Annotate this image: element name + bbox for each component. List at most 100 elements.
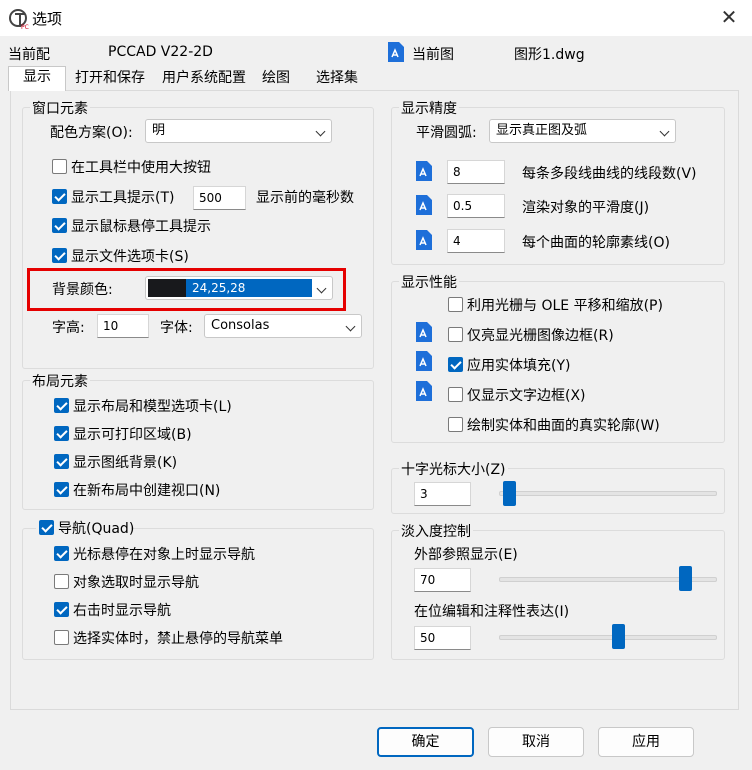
nav-select-label: 对象选取时显示导航 — [73, 575, 199, 591]
tab-open-save[interactable]: 打开和保存 — [70, 68, 150, 90]
contour-lines-input[interactable]: 4 — [447, 229, 505, 253]
file-tabs-checkbox[interactable] — [52, 248, 67, 263]
font-size-input[interactable]: 10 — [97, 314, 149, 338]
rollover-tooltips-checkbox[interactable] — [52, 218, 67, 233]
drawing-file-icon — [388, 42, 404, 62]
polyline-segments-input[interactable]: 8 — [447, 160, 505, 184]
drawing-file-icon — [416, 381, 432, 401]
tooltip-delay-label: 显示前的毫秒数 — [256, 190, 354, 206]
drawing-value: 图形1.dwg — [514, 47, 585, 63]
color-scheme-select[interactable]: 明 — [145, 119, 332, 143]
nav-hover-checkbox[interactable] — [54, 546, 69, 561]
tab-drafting[interactable]: 绘图 — [256, 68, 296, 90]
text-frame-checkbox[interactable] — [448, 387, 463, 402]
navigation-checkbox[interactable] — [39, 520, 54, 535]
close-button[interactable]: ✕ — [716, 6, 742, 30]
paper-background-label: 显示图纸背景(K) — [73, 455, 178, 471]
chevron-down-icon — [315, 126, 326, 137]
color-swatch — [148, 279, 186, 297]
contour-lines-label: 每个曲面的轮廓素线(O) — [522, 235, 670, 251]
background-color-label: 背景颜色: — [52, 282, 113, 298]
background-color-value: 24,25,28 — [186, 279, 312, 297]
xref-display-label: 外部参照显示(E) — [414, 547, 518, 563]
raster-frame-checkbox[interactable] — [448, 327, 463, 342]
drawing-file-icon — [416, 195, 432, 215]
color-scheme-value: 明 — [152, 123, 166, 138]
chevron-down-icon — [316, 283, 327, 294]
cancel-button[interactable]: 取消 — [488, 727, 584, 757]
create-viewport-label: 在新布局中创建视口(N) — [73, 483, 221, 499]
arc-smoothing-value: 显示真正图及弧 — [496, 123, 588, 138]
text-frame-label: 仅显示文字边框(X) — [467, 388, 586, 404]
app-logo-icon: PC — [8, 8, 29, 31]
printable-area-checkbox[interactable] — [54, 426, 69, 441]
tooltips-label: 显示工具提示(T) — [71, 190, 175, 206]
display-performance-title: 显示性能 — [399, 272, 459, 292]
profile-label: 当前配 — [8, 47, 50, 63]
solid-fill-label: 应用实体填充(Y) — [467, 358, 571, 374]
true-silhouettes-label: 绘制实体和曲面的真实轮廓(W) — [467, 418, 660, 434]
title-bar — [0, 0, 752, 36]
drawing-file-icon — [416, 230, 432, 250]
ok-button[interactable]: 确定 — [377, 727, 474, 757]
raster-ole-checkbox[interactable] — [448, 297, 463, 312]
raster-ole-label: 利用光栅与 OLE 平移和缩放(P) — [467, 298, 663, 314]
true-silhouettes-checkbox[interactable] — [448, 417, 463, 432]
tab-selection[interactable]: 选择集 — [308, 68, 366, 90]
layout-tabs-checkbox[interactable] — [54, 398, 69, 413]
create-viewport-checkbox[interactable] — [54, 482, 69, 497]
rollover-tooltips-label: 显示鼠标悬停工具提示 — [71, 219, 211, 235]
rendered-smoothness-label: 渲染对象的平滑度(J) — [522, 200, 650, 216]
crosshair-size-input[interactable]: 3 — [414, 482, 471, 506]
font-value: Consolas — [211, 318, 270, 333]
layout-tabs-label: 显示布局和模型选项卡(L) — [73, 399, 232, 415]
large-buttons-checkbox[interactable] — [52, 159, 67, 174]
crosshair-slider-track[interactable] — [499, 491, 717, 496]
crosshair-title: 十字光标大小(Z) — [399, 459, 508, 479]
color-scheme-label: 配色方案(O): — [50, 125, 133, 141]
chevron-down-icon — [659, 126, 670, 137]
printable-area-label: 显示可打印区域(B) — [73, 427, 192, 443]
svg-text:PC: PC — [21, 24, 29, 30]
nav-rightclick-label: 右击时显示导航 — [73, 603, 171, 619]
nav-rightclick-checkbox[interactable] — [54, 602, 69, 617]
background-color-select[interactable]: 24,25,28 — [145, 276, 333, 300]
font-label: 字体: — [160, 320, 193, 336]
solid-fill-checkbox[interactable] — [448, 357, 463, 372]
file-tabs-label: 显示文件选项卡(S) — [71, 249, 189, 265]
drawing-file-icon — [416, 351, 432, 371]
paper-background-checkbox[interactable] — [54, 454, 69, 469]
large-buttons-label: 在工具栏中使用大按钮 — [71, 160, 211, 176]
rendered-smoothness-input[interactable]: 0.5 — [447, 194, 505, 218]
nav-disable-hover-checkbox[interactable] — [54, 630, 69, 645]
inplace-edit-label: 在位编辑和注释性表达(I) — [414, 604, 570, 620]
nav-disable-hover-label: 选择实体时，禁止悬停的导航菜单 — [73, 631, 283, 647]
nav-hover-label: 光标悬停在对象上时显示导航 — [73, 547, 255, 563]
tooltips-checkbox[interactable] — [52, 189, 67, 204]
arc-smoothing-select[interactable]: 显示真正图及弧 — [489, 119, 676, 143]
xref-display-input[interactable]: 70 — [414, 568, 471, 592]
font-select[interactable]: Consolas — [204, 314, 362, 338]
layout-elements-title: 布局元素 — [30, 371, 90, 391]
apply-button[interactable]: 应用 — [598, 727, 694, 757]
navigation-title: 导航(Quad) — [58, 521, 135, 537]
tooltip-delay-input[interactable]: 500 — [193, 186, 246, 210]
tab-user-preferences[interactable]: 用户系统配置 — [156, 68, 252, 90]
chevron-down-icon — [345, 321, 356, 332]
crosshair-slider-thumb[interactable] — [503, 481, 516, 506]
polyline-segments-label: 每条多段线曲线的线段数(V) — [522, 166, 697, 182]
nav-select-checkbox[interactable] — [54, 574, 69, 589]
xref-slider-thumb[interactable] — [679, 566, 692, 591]
font-size-label: 字高: — [52, 320, 85, 336]
window-title: 选项 — [32, 10, 63, 28]
raster-frame-label: 仅亮显光栅图像边框(R) — [467, 328, 614, 344]
profile-value: PCCAD V22-2D — [108, 44, 213, 60]
inplace-slider-thumb[interactable] — [612, 624, 625, 649]
drawing-file-icon — [416, 161, 432, 181]
inplace-edit-input[interactable]: 50 — [414, 626, 471, 650]
inplace-slider-track[interactable] — [499, 635, 717, 640]
drawing-file-icon — [416, 322, 432, 342]
drawing-label: 当前图 — [412, 47, 454, 63]
display-resolution-title: 显示精度 — [399, 98, 459, 118]
tab-display[interactable]: 显示 — [8, 66, 66, 91]
